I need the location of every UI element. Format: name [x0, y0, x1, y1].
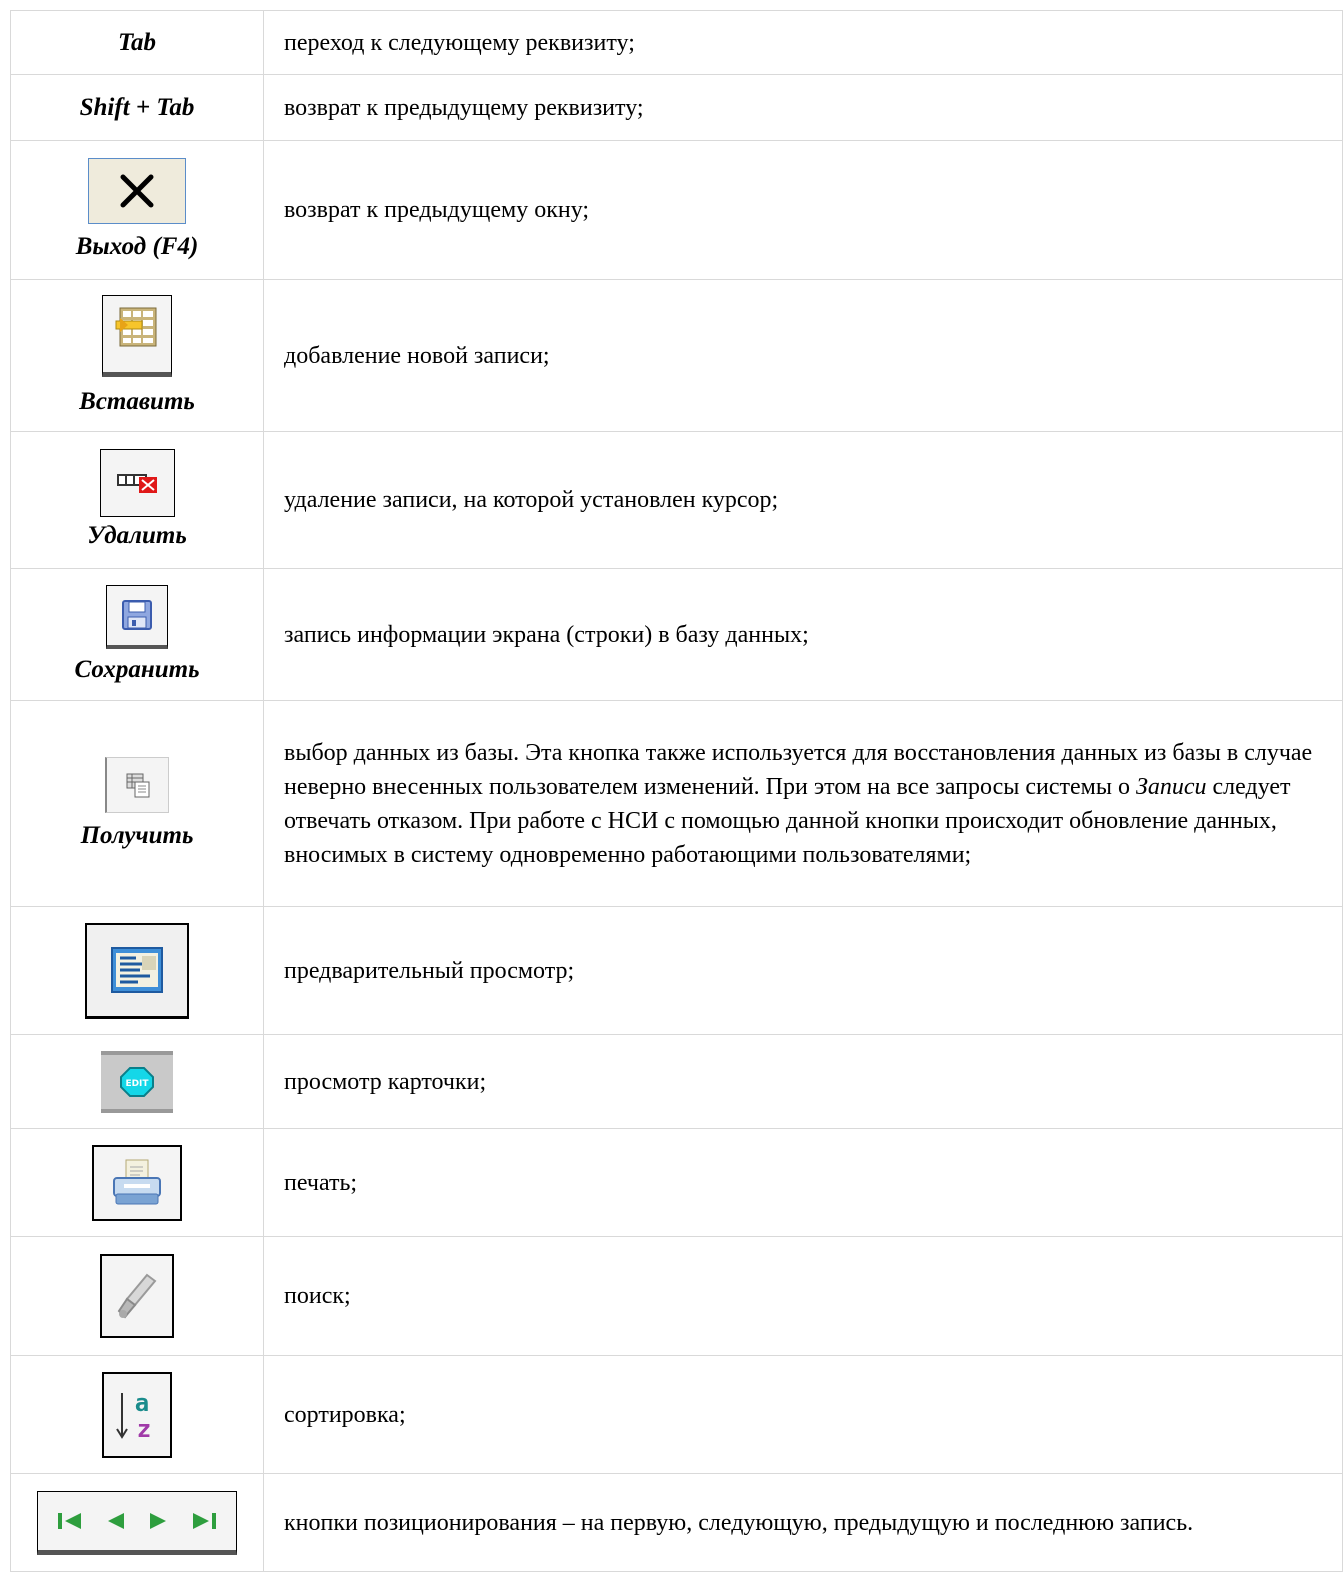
table-row: Shift + Tab возврат к предыдущему реквиз…: [10, 74, 1343, 141]
table-row: Выход (F4) возврат к предыдущему окну;: [10, 140, 1343, 280]
preview-button[interactable]: [85, 922, 189, 1019]
svg-text:a: a: [135, 1389, 149, 1417]
floppy-disk-icon: [122, 600, 152, 630]
desc-exit: возврат к предыдущему окну;: [263, 140, 1343, 280]
desc-preview: предварительный просмотр;: [263, 906, 1343, 1035]
insert-record-icon: [115, 307, 157, 346]
delete-record-icon: [117, 474, 157, 493]
desc-retrieve: выбор данных из базы. Эта кнопка также и…: [263, 700, 1343, 907]
desc-sort: сортировка;: [263, 1355, 1343, 1474]
edit-card-icon: EDIT: [120, 1066, 154, 1097]
table-row: Tab переход к следующему реквизиту;: [10, 10, 1343, 75]
key-shift-tab: Shift + Tab: [79, 93, 195, 121]
desc-navigation: кнопки позиционирования – на первую, сле…: [263, 1473, 1343, 1572]
first-record-icon[interactable]: [55, 1509, 85, 1533]
navigation-buttons: [37, 1490, 237, 1555]
desc-print: печать;: [263, 1128, 1343, 1237]
desc-retrieve-italic: Записи: [1135, 773, 1207, 800]
printer-icon: [113, 1159, 161, 1204]
table-row: EDIT просмотр карточки;: [10, 1034, 1343, 1129]
print-button[interactable]: [92, 1144, 182, 1221]
table-row: Вставить добавление новой записи;: [10, 279, 1343, 432]
desc-insert: добавление новой записи;: [263, 279, 1343, 432]
desc-delete: удаление записи, на которой установлен к…: [263, 431, 1343, 569]
key-save: Сохранить: [74, 655, 200, 683]
edit-label: EDIT: [125, 1079, 149, 1089]
table-row: Сохранить запись информации экрана (стро…: [10, 568, 1343, 701]
search-icon: [117, 1273, 157, 1319]
key-retrieve: Получить: [80, 821, 194, 849]
preview-icon: [111, 947, 163, 993]
desc-card: просмотр карточки;: [263, 1034, 1343, 1129]
save-button[interactable]: [106, 584, 168, 649]
close-icon: [120, 174, 154, 208]
insert-button[interactable]: [102, 294, 172, 377]
key-exit: Выход (F4): [75, 233, 199, 260]
table-row: предварительный просмотр;: [10, 906, 1343, 1035]
table-row: Удалить удаление записи, на которой уста…: [10, 431, 1343, 569]
next-record-icon[interactable]: [146, 1509, 170, 1533]
sort-az-icon: a z: [116, 1389, 151, 1443]
previous-record-icon[interactable]: [104, 1509, 128, 1533]
hotkeys-table: Tab переход к следующему реквизиту; Shif…: [10, 10, 1343, 1572]
svg-text:z: z: [137, 1415, 151, 1443]
table-row: поиск;: [10, 1236, 1343, 1356]
table-row: Получить выбор данных из базы. Эта кнопк…: [10, 700, 1343, 907]
desc-search: поиск;: [263, 1236, 1343, 1356]
view-card-button[interactable]: EDIT: [101, 1050, 173, 1113]
desc-save: запись информации экрана (строки) в базу…: [263, 568, 1343, 701]
desc-tab: переход к следующему реквизиту;: [263, 10, 1343, 75]
table-row: a z сортировка;: [10, 1355, 1343, 1474]
key-insert: Вставить: [79, 387, 195, 415]
delete-button[interactable]: [99, 449, 175, 517]
last-record-icon[interactable]: [189, 1509, 219, 1533]
retrieve-icon: [126, 773, 149, 797]
sort-button[interactable]: a z: [102, 1371, 172, 1458]
desc-shift-tab: возврат к предыдущему реквизиту;: [263, 74, 1343, 141]
table-row: печать;: [10, 1128, 1343, 1237]
table-row: кнопки позиционирования – на первую, сле…: [10, 1473, 1343, 1572]
search-button[interactable]: [100, 1254, 174, 1338]
retrieve-button[interactable]: [105, 756, 169, 813]
key-delete: Удалить: [87, 522, 187, 549]
exit-button[interactable]: [88, 158, 186, 224]
key-tab: Tab: [118, 28, 156, 56]
